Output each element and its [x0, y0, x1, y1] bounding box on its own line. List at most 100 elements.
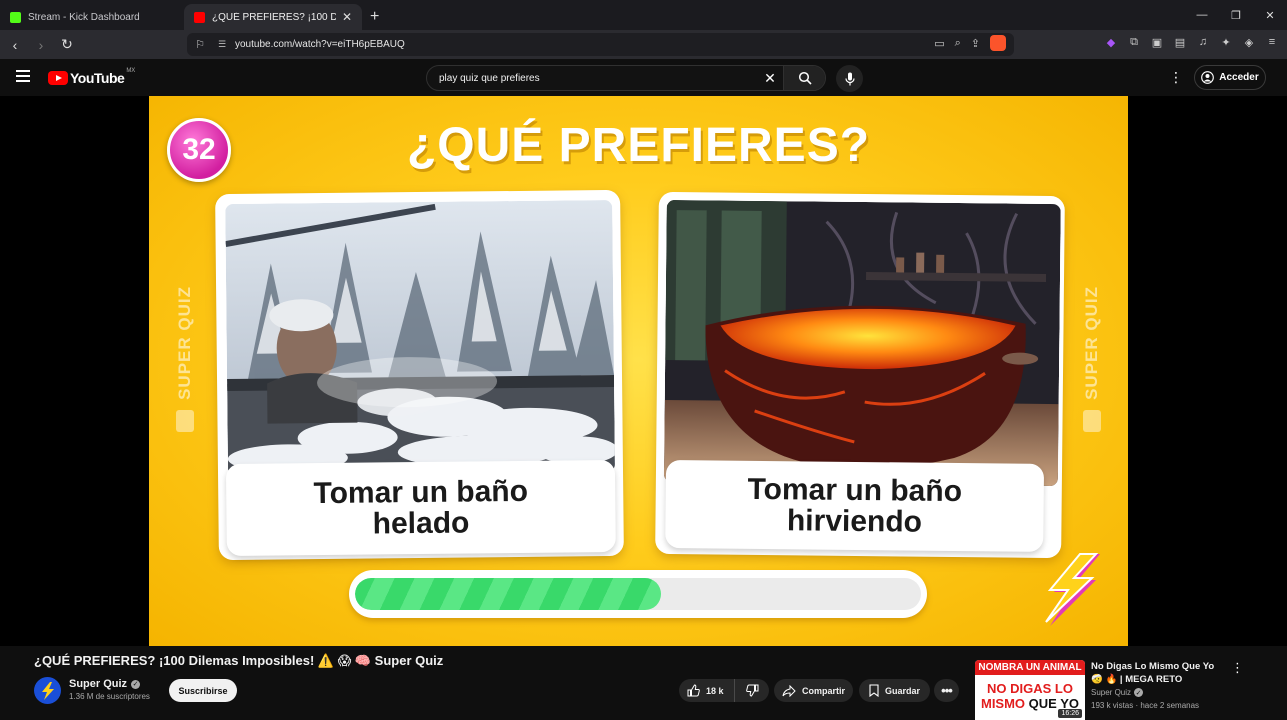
reload-icon[interactable]: ↻: [56, 34, 78, 56]
quiz-headline: ¿QUÉ PREFIERES?: [406, 119, 871, 172]
option-right-caption: Tomar un baño hirviendo: [665, 459, 1045, 552]
youtube-play-icon: [48, 71, 68, 85]
option-right-line1: Tomar un baño: [747, 472, 963, 509]
omnibox-actions: ▭ ⌕ ⇪: [934, 35, 1006, 51]
option-right-line2: hirviendo: [786, 504, 923, 539]
bookmark-save-icon: [869, 684, 879, 697]
back-icon[interactable]: ‹: [4, 34, 26, 56]
thumbs-down-icon: [745, 684, 758, 697]
screenshot-icon[interactable]: ▣: [1150, 35, 1164, 49]
leo-icon[interactable]: ✦: [1219, 35, 1233, 49]
share-label: Compartir: [801, 685, 845, 696]
tab-title: Stream - Kick Dashboard: [28, 11, 140, 23]
share-button[interactable]: Compartir: [774, 679, 853, 702]
kick-favicon-icon: [10, 11, 21, 23]
dislike-button[interactable]: [735, 684, 769, 697]
sign-in-button[interactable]: Acceder: [1194, 65, 1266, 90]
lava-bath-image: [663, 199, 1061, 487]
recommended-thumbnail[interactable]: NOMBRA UN ANIMAL NO DIGAS LO MISMO QUE Y…: [975, 660, 1085, 720]
browser-toolbar: ‹ › ↻ ⚐ ☰ youtube.com/watch?v=eiTH6pEBAU…: [0, 30, 1287, 59]
option-left-line1: Tomar un baño: [313, 474, 529, 511]
more-actions-button[interactable]: •••: [934, 679, 959, 702]
video-duration: 16:26: [1058, 709, 1082, 718]
super-quiz-bolt-icon: [1045, 553, 1100, 626]
cast-icon[interactable]: ▭: [934, 37, 944, 50]
timer-progress-track: [355, 578, 921, 610]
video-player[interactable]: 32 ¿QUÉ PREFIERES? SUPER QUIZ SUPER QUIZ: [0, 96, 1287, 646]
extensions-icon[interactable]: ⧉: [1127, 35, 1141, 49]
youtube-logo[interactable]: YouTube MX: [48, 68, 136, 86]
youtube-favicon-icon: [194, 11, 205, 23]
clear-search-icon[interactable]: ✕: [757, 70, 783, 87]
more-dots-icon: •••: [941, 683, 953, 698]
video-title: ¿QUÉ PREFIERES? ¡100 Dilemas Imposibles!…: [34, 653, 444, 668]
timer-progress-bar: [349, 570, 927, 618]
verified-icon: ✓: [1134, 688, 1144, 697]
save-button[interactable]: Guardar: [859, 679, 930, 702]
window-controls: — ❐ ✕: [1185, 0, 1287, 30]
lightning-icon: [41, 681, 54, 700]
like-button[interactable]: 18 k: [679, 679, 735, 702]
watermark-right: SUPER QUIZ: [1072, 286, 1112, 466]
share-icon: [782, 684, 796, 697]
save-label: Guardar: [884, 685, 920, 696]
recommended-channel[interactable]: Super Quiz ✓: [1091, 688, 1144, 697]
tab-kick-dashboard[interactable]: Stream - Kick Dashboard: [0, 4, 180, 30]
thumbs-up-icon: [687, 684, 700, 697]
option-left-caption: Tomar un baño helado: [225, 459, 616, 557]
youtube-wordmark: YouTube: [70, 70, 125, 86]
search-input[interactable]: play quiz que prefieres: [427, 73, 757, 84]
tab-youtube-video[interactable]: ¿QUÉ PREFIERES? ¡100 Dilemas Imposibles!…: [184, 4, 362, 30]
option-card-left: Tomar un baño helado: [215, 189, 624, 561]
extensions-area: ◆ ⧉ ▣ ▤ ♫ ✦ ◈ ≡: [1104, 35, 1279, 49]
sidebar-icon[interactable]: ▤: [1173, 35, 1187, 49]
subscriber-count: 1.36 M de suscriptores: [69, 692, 150, 701]
url-text[interactable]: youtube.com/watch?v=eiTH6pEBAUQ: [235, 39, 405, 50]
browser-tab-strip: Stream - Kick Dashboard ¿QUÉ PREFIERES? …: [0, 0, 1287, 30]
recommended-title[interactable]: No Digas Lo Mismo Que Yo 🤕 🔥 | MEGA RETO: [1091, 660, 1226, 686]
watermark-text: SUPER QUIZ: [175, 286, 194, 400]
youtube-header: YouTube MX play quiz que prefieres ✕ ⋮ A…: [0, 59, 1287, 96]
frozen-bath-image: [225, 199, 616, 477]
music-icon[interactable]: ♫: [1196, 35, 1210, 49]
menu-icon[interactable]: ≡: [1265, 35, 1279, 49]
like-dislike-group: 18 k: [679, 679, 769, 702]
close-window-icon[interactable]: ✕: [1253, 0, 1287, 30]
share-page-icon[interactable]: ⇪: [971, 37, 980, 50]
channel-avatar[interactable]: [34, 677, 61, 704]
brave-shields-icon[interactable]: [990, 35, 1006, 51]
verified-icon: ✓: [131, 679, 141, 689]
like-count: 18 k: [706, 685, 724, 696]
video-frame[interactable]: 32 ¿QUÉ PREFIERES? SUPER QUIZ SUPER QUIZ: [149, 96, 1128, 646]
voice-search-button[interactable]: [836, 65, 863, 92]
region-code: MX: [126, 68, 136, 74]
search-button[interactable]: [783, 66, 825, 90]
watermark-logo-icon: [1083, 409, 1101, 432]
channel-name-text: Super Quiz: [69, 678, 128, 690]
watermark-left: SUPER QUIZ: [165, 286, 205, 466]
option-left-line2: helado: [372, 506, 470, 541]
tab-title: ¿QUÉ PREFIERES? ¡100 Dilemas Imposibles!: [212, 11, 336, 23]
minimize-icon[interactable]: —: [1185, 0, 1219, 30]
recommended-channel-name: Super Quiz: [1091, 688, 1132, 697]
restore-icon[interactable]: ❐: [1219, 0, 1253, 30]
forward-icon[interactable]: ›: [30, 34, 52, 56]
search-box: play quiz que prefieres ✕: [426, 65, 826, 91]
thumbnail-band-text: NOMBRA UN ANIMAL: [975, 660, 1085, 675]
recommended-menu-icon[interactable]: ⋮: [1231, 660, 1244, 676]
watermark-logo-icon: [176, 409, 194, 432]
timer-progress-fill: [355, 578, 661, 610]
site-settings-icon[interactable]: ☰: [213, 39, 231, 50]
bookmark-icon[interactable]: ⚐: [187, 38, 213, 51]
hamburger-menu-icon[interactable]: [16, 70, 30, 82]
new-tab-button[interactable]: +: [370, 4, 379, 30]
wallet-icon[interactable]: ◈: [1242, 35, 1256, 49]
zoom-icon[interactable]: ⌕: [955, 37, 961, 50]
channel-name[interactable]: Super Quiz ✓: [69, 678, 141, 690]
subscribe-button[interactable]: Suscribirse: [169, 679, 237, 702]
settings-menu-icon[interactable]: ⋮: [1169, 69, 1183, 86]
vpn-icon[interactable]: ◆: [1104, 35, 1118, 49]
address-bar[interactable]: ⚐ ☰ youtube.com/watch?v=eiTH6pEBAUQ ▭ ⌕ …: [187, 33, 1014, 56]
microphone-icon: [844, 72, 855, 85]
close-tab-icon[interactable]: ✕: [342, 10, 352, 24]
